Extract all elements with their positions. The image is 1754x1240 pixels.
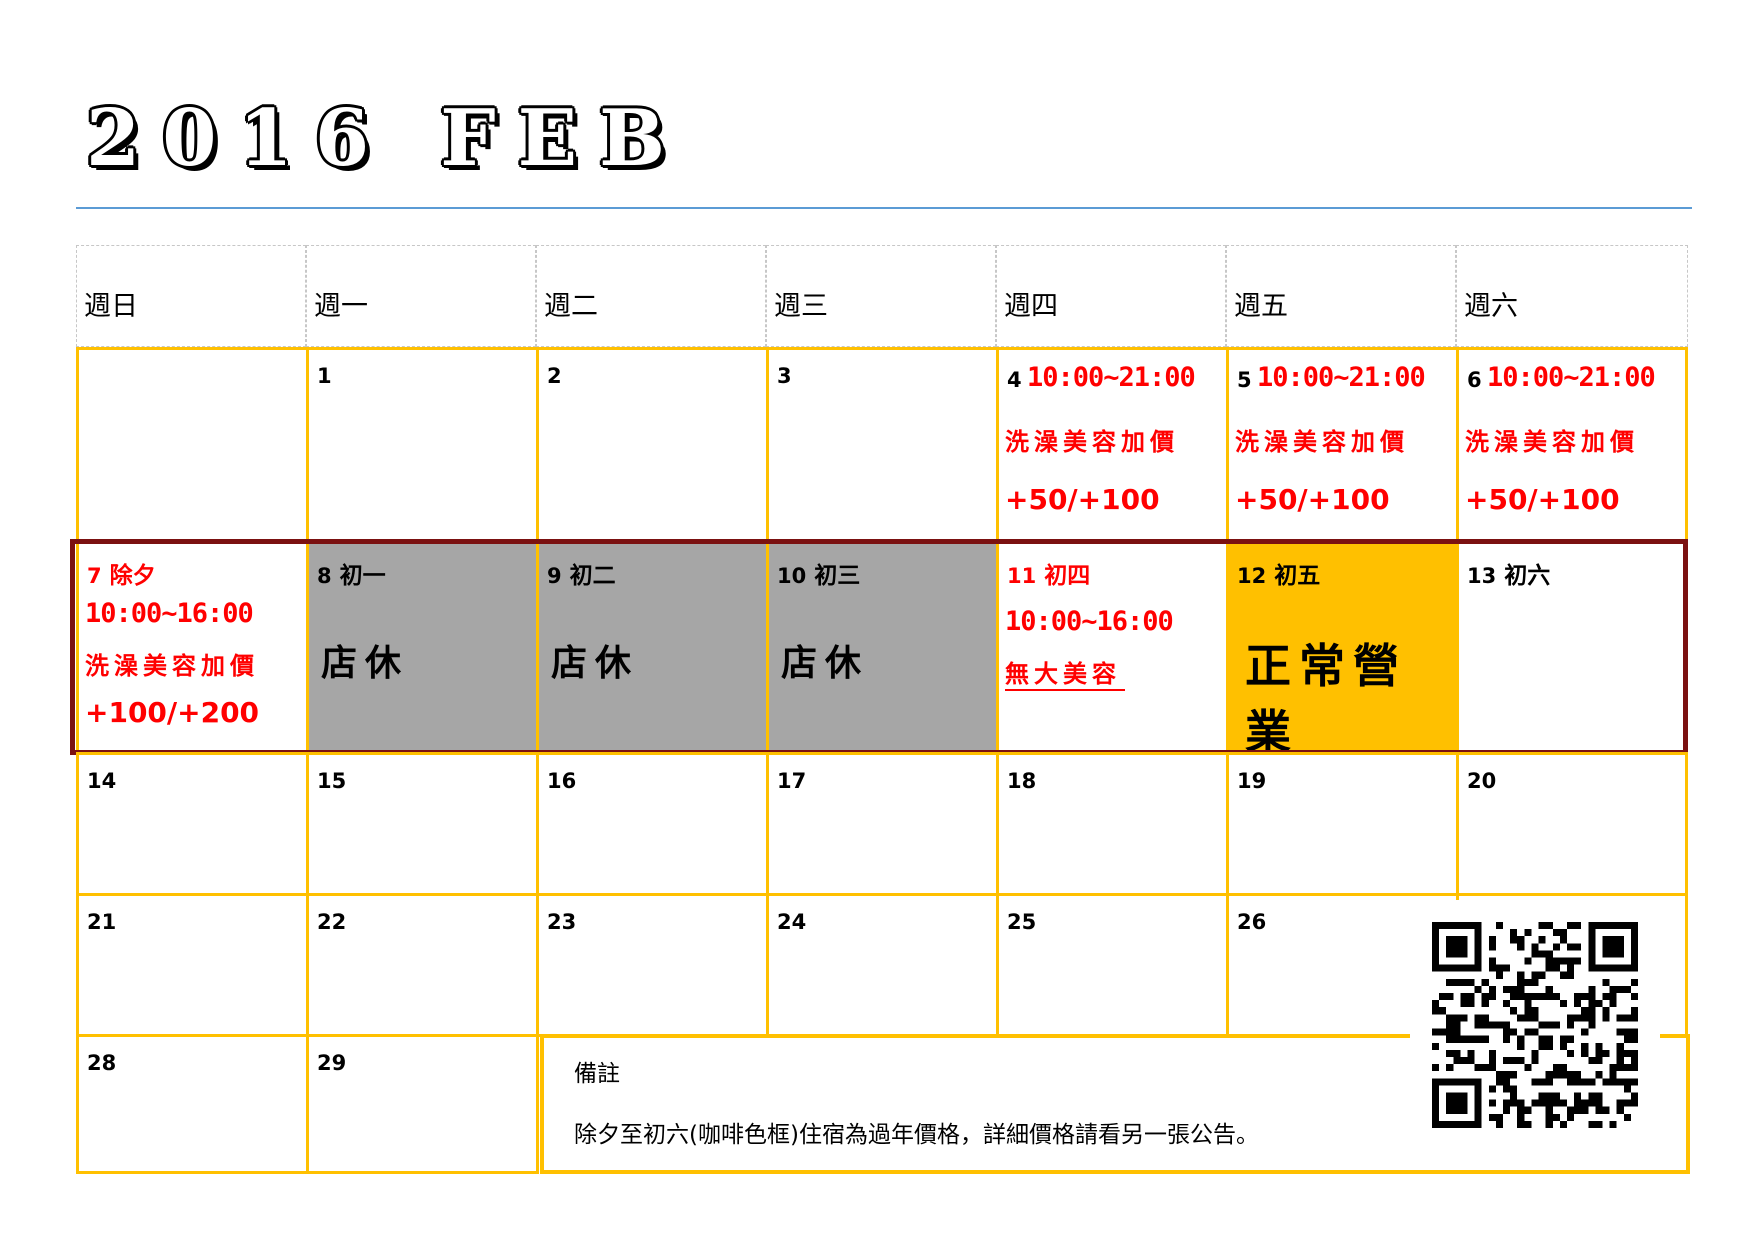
calendar-title: 2016 FEB bbox=[86, 93, 688, 184]
date-number: 17 bbox=[777, 769, 807, 793]
closed-label: 店休 bbox=[551, 643, 640, 684]
lunar-date: 初一 bbox=[339, 563, 386, 589]
day-cell-8: 8 初一 店休 bbox=[306, 539, 539, 755]
weekday-header-sat: 週六 bbox=[1456, 245, 1688, 347]
day-cell-28: 28 bbox=[76, 1034, 309, 1174]
closed-label: 店休 bbox=[321, 643, 410, 684]
date-number: 25 bbox=[1007, 910, 1037, 934]
surcharge-note: 洗澡美容加價 bbox=[1235, 428, 1409, 456]
date-number: 14 bbox=[87, 769, 117, 793]
date-number: 26 bbox=[1237, 910, 1267, 934]
day-cell-29: 29 bbox=[306, 1034, 539, 1174]
lunar-date: 初二 bbox=[569, 563, 616, 589]
surcharge-note: 洗澡美容加價 bbox=[1005, 428, 1179, 456]
day-cell-20: 20 bbox=[1456, 752, 1688, 896]
day-cell-10: 10 初三 店休 bbox=[766, 539, 999, 755]
day-cell-19: 19 bbox=[1226, 752, 1459, 896]
date-number: 29 bbox=[317, 1051, 347, 1075]
day-cell-4: 4 10:00~21:00 洗澡美容加價 +50/+100 bbox=[996, 347, 1229, 542]
day-cell-6: 6 10:00~21:00 洗澡美容加價 +50/+100 bbox=[1456, 347, 1688, 542]
date-number: 22 bbox=[317, 910, 347, 934]
day-cell-21: 21 bbox=[76, 893, 309, 1037]
lunar-date: 初三 bbox=[814, 563, 861, 589]
no-large-grooming-note: 無大美容 bbox=[1005, 654, 1125, 691]
weekday-header-mon: 週一 bbox=[306, 245, 536, 347]
date-number: 1 bbox=[317, 364, 332, 388]
day-cell-3: 3 bbox=[766, 347, 999, 542]
lunar-date: 初五 bbox=[1274, 563, 1321, 589]
normal-business-label: 正常營業 bbox=[1245, 639, 1407, 759]
date-number: 9 初二 bbox=[547, 563, 616, 589]
day-cell-7: 7 除夕 10:00~16:00 洗澡美容加價 +100/+200 bbox=[76, 539, 309, 755]
day-cell-5: 5 10:00~21:00 洗澡美容加價 +50/+100 bbox=[1226, 347, 1459, 542]
surcharge-note: 洗澡美容加價 bbox=[85, 652, 259, 680]
day-cell-16: 16 bbox=[536, 752, 769, 896]
date-number: 11 初四 bbox=[1007, 563, 1091, 589]
qr-code-icon bbox=[1410, 900, 1660, 1146]
date-number: 3 bbox=[777, 364, 792, 388]
weekday-header-wed: 週三 bbox=[766, 245, 996, 347]
surcharge-price: +50/+100 bbox=[1465, 483, 1620, 516]
day-cell-empty bbox=[76, 347, 309, 542]
remarks-body: 除夕至初六(咖啡色框)住宿為過年價格，詳細價格請看另一張公告。 bbox=[574, 1122, 1259, 1148]
date-number: 2 bbox=[547, 364, 562, 388]
date-number: 15 bbox=[317, 769, 347, 793]
date-number: 21 bbox=[87, 910, 117, 934]
date-number: 28 bbox=[87, 1051, 117, 1075]
business-hours: 10:00~21:00 bbox=[1027, 362, 1196, 393]
day-cell-14: 14 bbox=[76, 752, 309, 896]
weekday-header-fri: 週五 bbox=[1226, 245, 1456, 347]
surcharge-price: +50/+100 bbox=[1005, 483, 1160, 516]
day-cell-13: 13 初六 bbox=[1456, 539, 1688, 755]
date-number: 19 bbox=[1237, 769, 1267, 793]
day-cell-18: 18 bbox=[996, 752, 1229, 896]
day-cell-12: 12 初五 正常營業 bbox=[1226, 539, 1459, 759]
day-cell-23: 23 bbox=[536, 893, 769, 1037]
date-number: 20 bbox=[1467, 769, 1497, 793]
day-cell-9: 9 初二 店休 bbox=[536, 539, 769, 755]
date-number: 13 初六 bbox=[1467, 563, 1551, 589]
lunar-date: 初四 bbox=[1044, 563, 1091, 589]
date-number: 10 初三 bbox=[777, 563, 861, 589]
day-cell-25: 25 bbox=[996, 893, 1229, 1037]
day-cell-17: 17 bbox=[766, 752, 999, 896]
lunar-date: 除夕 bbox=[109, 563, 156, 589]
lunar-date: 初六 bbox=[1504, 563, 1551, 589]
surcharge-price: +100/+200 bbox=[85, 696, 260, 729]
day-cell-2: 2 bbox=[536, 347, 769, 542]
date-number: 6 bbox=[1467, 368, 1482, 392]
date-number: 8 初一 bbox=[317, 563, 386, 589]
date-number: 5 bbox=[1237, 368, 1252, 392]
weekday-header-sun: 週日 bbox=[76, 245, 306, 347]
date-number: 12 初五 bbox=[1237, 563, 1321, 589]
date-number: 24 bbox=[777, 910, 807, 934]
weekday-header-tue: 週二 bbox=[536, 245, 766, 347]
surcharge-note: 洗澡美容加價 bbox=[1465, 428, 1639, 456]
remarks-title: 備註 bbox=[574, 1061, 620, 1087]
date-number: 16 bbox=[547, 769, 577, 793]
surcharge-price: +50/+100 bbox=[1235, 483, 1390, 516]
business-hours: 10:00~21:00 bbox=[1257, 362, 1426, 393]
date-number: 23 bbox=[547, 910, 577, 934]
weekday-header-thu: 週四 bbox=[996, 245, 1226, 347]
day-cell-15: 15 bbox=[306, 752, 539, 896]
date-number: 4 bbox=[1007, 368, 1022, 392]
day-cell-11: 11 初四 10:00~16:00 無大美容 bbox=[996, 539, 1229, 755]
business-hours: 10:00~16:00 bbox=[1005, 606, 1174, 637]
closed-label: 店休 bbox=[781, 643, 870, 684]
business-hours: 10:00~21:00 bbox=[1487, 362, 1656, 393]
day-cell-24: 24 bbox=[766, 893, 999, 1037]
business-hours: 10:00~16:00 bbox=[85, 598, 254, 629]
day-cell-1: 1 bbox=[306, 347, 539, 542]
date-number: 18 bbox=[1007, 769, 1037, 793]
title-divider bbox=[76, 207, 1692, 209]
date-number: 7 除夕 bbox=[87, 563, 156, 589]
day-cell-22: 22 bbox=[306, 893, 539, 1037]
